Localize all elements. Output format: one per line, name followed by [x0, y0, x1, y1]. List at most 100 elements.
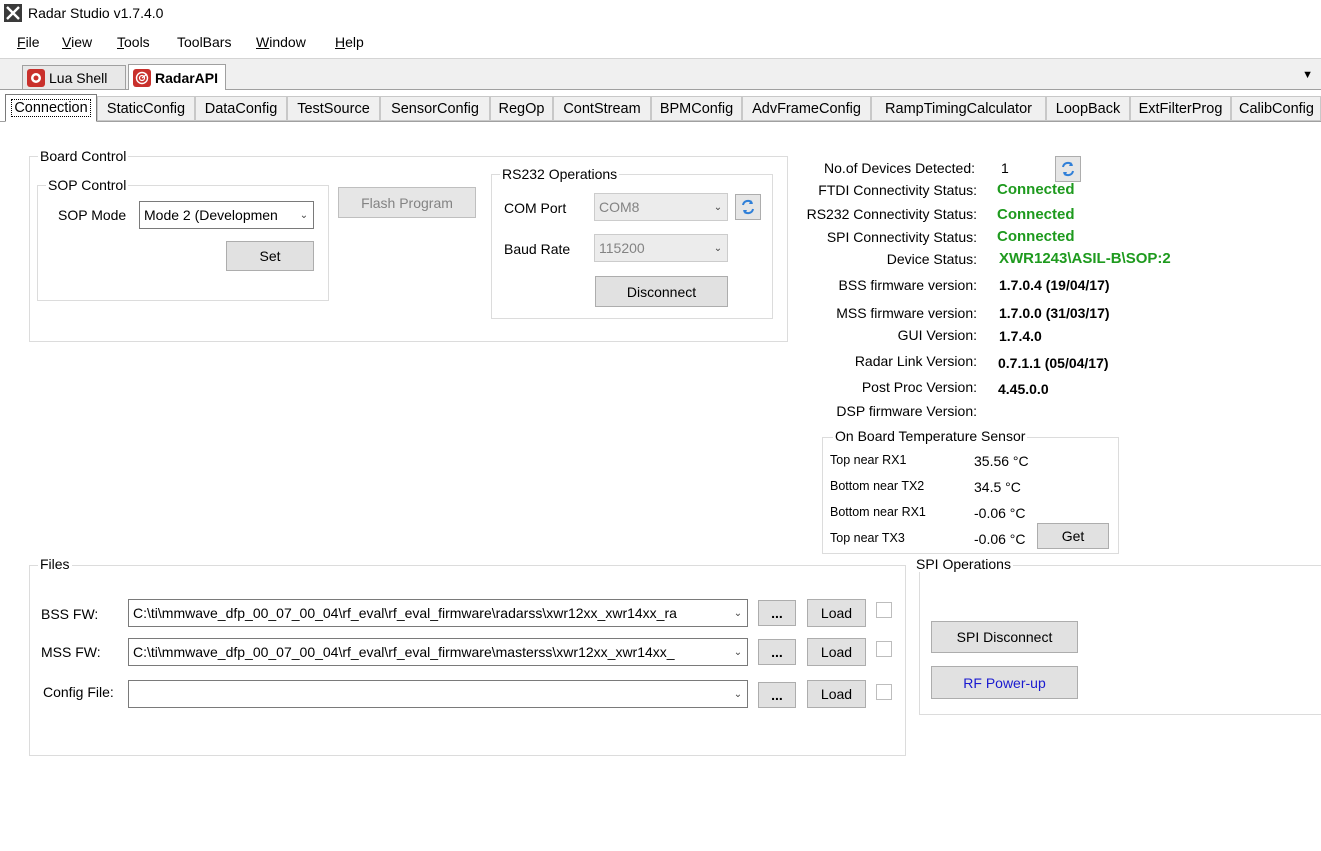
spi-status-label: SPI Connectivity Status: [826, 229, 977, 245]
tab-bpmconfig[interactable]: BPMConfig [651, 96, 742, 121]
devices-refresh-button[interactable] [1055, 156, 1081, 182]
bss-fw-checkbox[interactable] [876, 602, 892, 618]
mss-fw-load-button[interactable]: Load [807, 638, 866, 666]
temperature-sensor-title: On Board Temperature Sensor [833, 428, 1028, 444]
gui-version-value: 1.7.4.0 [999, 328, 1042, 344]
menu-toolbars[interactable]: ToolBars [177, 34, 231, 50]
flash-program-button[interactable]: Flash Program [338, 187, 476, 218]
doc-tab-radarapi[interactable]: RadarAPI [128, 64, 226, 90]
temp-bottom-tx2-label: Bottom near TX2 [830, 479, 925, 493]
tab-sensorconfig[interactable]: SensorConfig [380, 96, 490, 121]
tab-loopback[interactable]: LoopBack [1046, 96, 1130, 121]
rs232-disconnect-button[interactable]: Disconnect [595, 276, 728, 307]
post-proc-version-value: 4.45.0.0 [998, 381, 1049, 397]
refresh-icon [1062, 161, 1074, 177]
ftdi-status-label: FTDI Connectivity Status: [818, 182, 977, 198]
post-proc-version-label: Post Proc Version: [861, 379, 977, 395]
ftdi-status-value: Connected [997, 181, 1075, 198]
tab-calibconfig[interactable]: CalibConfig [1231, 96, 1321, 121]
baud-rate-select[interactable]: 115200 ⌄ [594, 234, 728, 262]
temp-bottom-rx1-value: -0.06 °C [974, 505, 1026, 521]
bss-fw-version-value: 1.7.0.4 (19/04/17) [999, 277, 1110, 293]
menu-view[interactable]: View [62, 34, 92, 50]
tab-connection[interactable]: Connection [5, 94, 97, 122]
radar-link-version-label: Radar Link Version: [854, 353, 977, 369]
devices-detected-value: 1 [1001, 160, 1009, 176]
com-refresh-button[interactable] [735, 194, 761, 220]
temp-top-rx1-label: Top near RX1 [830, 453, 907, 467]
spi-operations-title: SPI Operations [914, 556, 1013, 572]
bss-fw-load-button[interactable]: Load [807, 599, 866, 627]
config-file-path-select[interactable]: ⌄ [128, 680, 748, 708]
mss-fw-version-value: 1.7.0.0 (31/03/17) [999, 305, 1110, 321]
refresh-icon [742, 199, 754, 215]
mss-fw-path-select[interactable]: C:\ti\mmwave_dfp_00_07_00_04\rf_eval\rf_… [128, 638, 748, 666]
temp-bottom-rx1-label: Bottom near RX1 [830, 505, 926, 519]
sop-mode-select[interactable]: Mode 2 (Developmen ⌄ [139, 201, 314, 229]
config-file-load-button[interactable]: Load [807, 680, 866, 708]
tab-regop[interactable]: RegOp [490, 96, 553, 121]
tab-extfilterprog[interactable]: ExtFilterProg [1130, 96, 1231, 121]
window-title: Radar Studio v1.7.4.0 [28, 5, 164, 21]
chevron-down-icon: ⌄ [713, 242, 723, 254]
menu-window[interactable]: Window [256, 34, 306, 50]
config-file-browse-button[interactable]: ... [758, 682, 796, 708]
bss-fw-label: BSS FW: [41, 606, 99, 622]
app-icon [4, 4, 22, 22]
lua-shell-icon [27, 68, 45, 87]
spi-status-value: Connected [997, 228, 1075, 245]
tab-dataconfig[interactable]: DataConfig [195, 96, 287, 121]
menu-bar: File View Tools ToolBars Window Help [0, 30, 1321, 56]
tab-testsource[interactable]: TestSource [287, 96, 380, 121]
chevron-down-icon: ⌄ [299, 209, 309, 221]
document-tab-bar: Lua Shell RadarAPI ▼ [0, 58, 1321, 90]
doc-tab-lua-shell[interactable]: Lua Shell [22, 65, 126, 89]
devices-detected-label: No.of Devices Detected: [824, 160, 975, 176]
baud-rate-label: Baud Rate [504, 241, 571, 257]
temp-top-tx3-label: Top near TX3 [830, 531, 905, 545]
menu-tools[interactable]: Tools [117, 34, 150, 50]
dsp-fw-version-label: DSP firmware Version: [836, 403, 977, 419]
rs232-status-value: Connected [997, 206, 1075, 223]
tab-contstream[interactable]: ContStream [553, 96, 651, 121]
mss-fw-browse-button[interactable]: ... [758, 639, 796, 665]
rs232-status-label: RS232 Connectivity Status: [806, 206, 977, 222]
temp-top-rx1-value: 35.56 °C [974, 453, 1029, 469]
device-status-value: XWR1243\ASIL-B\SOP:2 [999, 250, 1171, 267]
tab-ramptimingcalculator[interactable]: RampTimingCalculator [871, 96, 1046, 121]
spi-disconnect-button[interactable]: SPI Disconnect [931, 621, 1078, 653]
bss-fw-browse-button[interactable]: ... [758, 600, 796, 626]
menu-help[interactable]: Help [335, 34, 364, 50]
mss-fw-label: MSS FW: [41, 644, 101, 660]
mss-fw-checkbox[interactable] [876, 641, 892, 657]
bss-fw-version-label: BSS firmware version: [838, 277, 977, 293]
temp-top-tx3-value: -0.06 °C [974, 531, 1026, 547]
sop-control-title: SOP Control [46, 177, 129, 193]
com-port-select[interactable]: COM8 ⌄ [594, 193, 728, 221]
menu-file[interactable]: File [17, 34, 40, 50]
board-control-title: Board Control [38, 148, 129, 164]
chevron-down-icon: ⌄ [733, 646, 743, 658]
sop-set-button[interactable]: Set [226, 241, 314, 271]
chevron-down-icon: ⌄ [713, 201, 723, 213]
title-bar: Radar Studio v1.7.4.0 [0, 0, 1321, 28]
mss-fw-version-label: MSS firmware version: [836, 305, 977, 321]
tab-staticconfig[interactable]: StaticConfig [97, 96, 195, 121]
config-file-label: Config File: [43, 684, 114, 700]
page-tab-bar: Connection StaticConfig DataConfig TestS… [0, 94, 1321, 122]
bss-fw-path-select[interactable]: C:\ti\mmwave_dfp_00_07_00_04\rf_eval\rf_… [128, 599, 748, 627]
rf-power-up-button[interactable]: RF Power-up [931, 666, 1078, 699]
radar-link-version-value: 0.7.1.1 (05/04/17) [998, 355, 1109, 371]
device-status-label: Device Status: [886, 251, 977, 267]
radar-api-icon [133, 68, 151, 87]
sop-mode-label: SOP Mode [58, 207, 127, 223]
temp-bottom-tx2-value: 34.5 °C [974, 479, 1021, 495]
tab-list-dropdown-icon[interactable]: ▼ [1302, 69, 1313, 81]
tab-advframeconfig[interactable]: AdvFrameConfig [742, 96, 871, 121]
gui-version-label: GUI Version: [897, 327, 977, 343]
chevron-down-icon: ⌄ [733, 607, 743, 619]
radar-studio-window: Radar Studio v1.7.4.0 File View Tools To… [0, 0, 1321, 851]
temperature-get-button[interactable]: Get [1037, 523, 1109, 549]
chevron-down-icon: ⌄ [733, 688, 743, 700]
config-file-checkbox[interactable] [876, 684, 892, 700]
